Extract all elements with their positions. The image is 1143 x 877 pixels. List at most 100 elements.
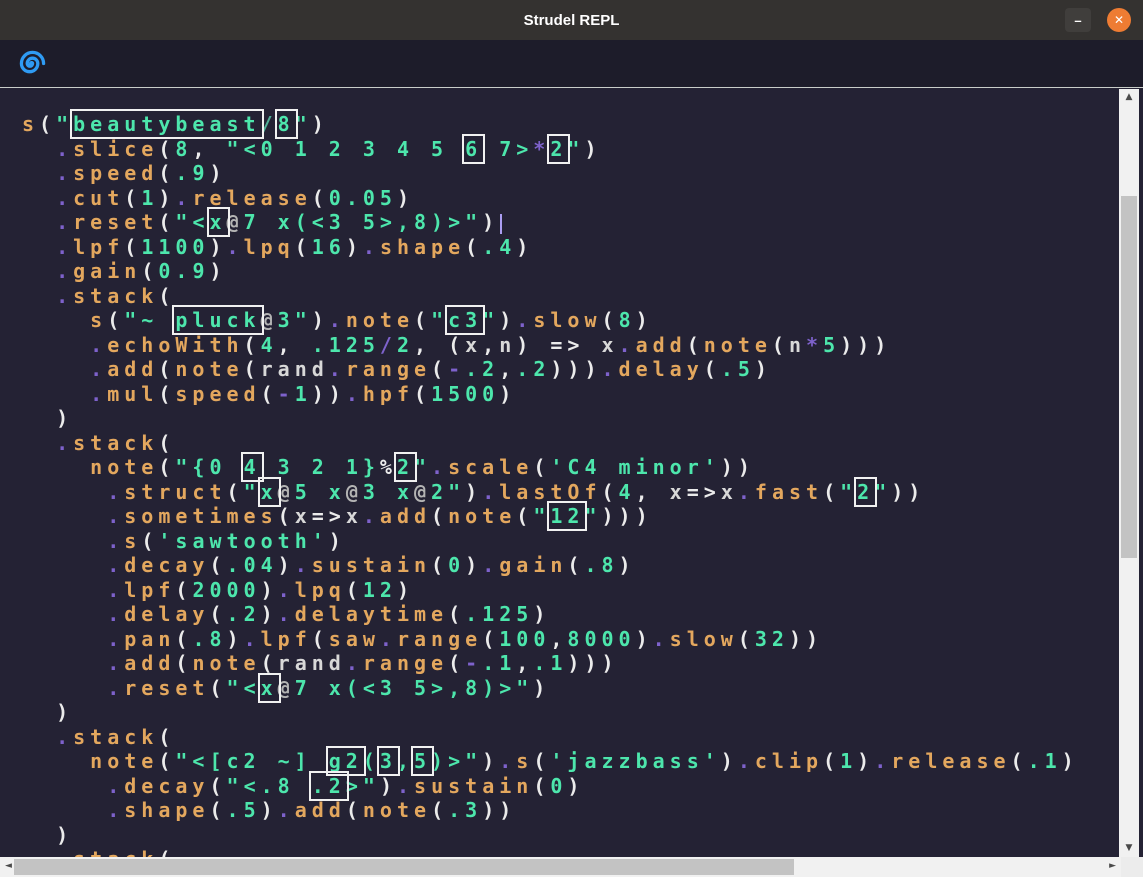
close-button[interactable]: ✕ <box>1107 8 1131 32</box>
code-token: note <box>704 333 772 357</box>
code-token: .8 <box>192 627 226 651</box>
code-token: . <box>107 602 124 626</box>
code-token: delaytime <box>295 602 448 626</box>
code-token: shape <box>124 798 209 822</box>
code-token: s <box>516 749 533 773</box>
code-token: s <box>124 529 141 553</box>
code-token: ( <box>738 627 755 651</box>
code-line: .stack( <box>22 284 1117 309</box>
code-token: sustain <box>414 774 533 798</box>
code-token: ) <box>499 382 516 406</box>
code-line: .add(note(rand.range(-.2,.2))).delay(.5) <box>22 357 1117 382</box>
code-token: 1 <box>840 749 857 773</box>
code-token: ( <box>158 382 175 406</box>
code-token: , <box>636 480 670 504</box>
code-token: ( <box>278 504 295 528</box>
code-token: . <box>278 578 295 602</box>
code-token: ( <box>158 210 175 234</box>
code-token: % <box>380 455 397 479</box>
code-token: stack <box>73 725 158 749</box>
code-token: 32 <box>755 627 789 651</box>
code-token: 2000 <box>192 578 260 602</box>
code-token: rand <box>261 357 329 381</box>
code-token: .2 <box>516 357 550 381</box>
code-token: 5 <box>823 333 840 357</box>
code-token: range <box>397 627 482 651</box>
code-token: - <box>448 357 465 381</box>
code-line: ) <box>22 700 1117 725</box>
code-token: 7 x(<3 5>,8)>" <box>295 676 534 700</box>
code-token <box>22 578 107 602</box>
highlighted-token: 3 <box>380 749 397 773</box>
code-token: ( <box>431 798 448 822</box>
code-token: ( <box>209 602 226 626</box>
scroll-up-icon[interactable]: ▲ <box>1119 93 1139 102</box>
titlebar[interactable]: Strudel REPL – ✕ <box>0 0 1143 40</box>
scroll-right-icon[interactable]: ► <box>1109 862 1116 871</box>
horizontal-scrollbar-thumb[interactable] <box>14 859 794 875</box>
code-token: ( <box>465 235 482 259</box>
code-token: ) <box>278 553 295 577</box>
code-token <box>22 161 56 185</box>
code-token: slow <box>533 308 601 332</box>
code-token: . <box>874 749 891 773</box>
code-token: .9 <box>175 161 209 185</box>
code-token: n <box>789 333 806 357</box>
code-token <box>22 749 90 773</box>
highlighted-token: x <box>210 210 227 234</box>
vertical-scrollbar[interactable]: ▲ ▼ <box>1119 89 1139 857</box>
code-token: 0 <box>550 774 567 798</box>
strudel-spiral-icon[interactable] <box>19 50 46 77</box>
code-token: => <box>312 504 346 528</box>
code-token: 0.9 <box>158 259 209 283</box>
code-token: 100 <box>499 627 550 651</box>
code-token: . <box>738 749 755 773</box>
code-token: 8000 <box>567 627 635 651</box>
code-token: / <box>261 112 278 136</box>
code-token: "{0 <box>175 455 243 479</box>
code-token: ( <box>244 357 261 381</box>
code-token: @ <box>414 480 431 504</box>
code-token: ))) <box>550 357 601 381</box>
code-token: ( <box>175 651 192 675</box>
code-token: ( <box>158 725 175 749</box>
code-token: ) <box>482 210 499 234</box>
code-token: shape <box>380 235 465 259</box>
code-token: sustain <box>312 553 431 577</box>
code-token: .8 <box>584 553 618 577</box>
code-token: . <box>56 235 73 259</box>
code-token: struct <box>124 480 226 504</box>
editor[interactable]: s("beautybeast/8") .slice(8, "<0 1 2 3 4… <box>0 89 1143 877</box>
code-token: 7> <box>482 137 533 161</box>
code-token: .5 <box>721 357 755 381</box>
code-token: . <box>482 480 499 504</box>
code-token: echoWith <box>107 333 243 357</box>
code-token: .1 <box>482 651 516 675</box>
code-token: note <box>90 749 158 773</box>
code-token: , <box>499 357 516 381</box>
code-token: 16 <box>312 235 346 259</box>
code-token: 8 <box>619 308 636 332</box>
code-token: " <box>584 504 601 528</box>
code-token: 0.05 <box>329 186 397 210</box>
code-area[interactable]: s("beautybeast/8") .slice(8, "<0 1 2 3 4… <box>0 89 1117 877</box>
code-token: ) <box>22 823 73 847</box>
code-line: .pan(.8).lpf(saw.range(100,8000).slow(32… <box>22 627 1117 652</box>
code-token: 1 <box>141 186 158 210</box>
code-token: ( <box>158 357 175 381</box>
code-token: ( <box>823 480 840 504</box>
code-token <box>22 676 107 700</box>
code-token: " <box>414 455 431 479</box>
code-token: s <box>22 112 39 136</box>
code-token <box>22 431 56 455</box>
code-token: fast <box>755 480 823 504</box>
code-token: 0 <box>448 553 465 577</box>
code-token: ( <box>516 504 533 528</box>
horizontal-scrollbar[interactable]: ◄ ► <box>0 857 1121 877</box>
minimize-button[interactable]: – <box>1065 8 1091 32</box>
scroll-left-icon[interactable]: ◄ <box>5 862 12 871</box>
vertical-scrollbar-thumb[interactable] <box>1121 196 1137 558</box>
scroll-down-icon[interactable]: ▼ <box>1119 844 1139 853</box>
code-token: slice <box>73 137 158 161</box>
code-token: . <box>244 627 261 651</box>
